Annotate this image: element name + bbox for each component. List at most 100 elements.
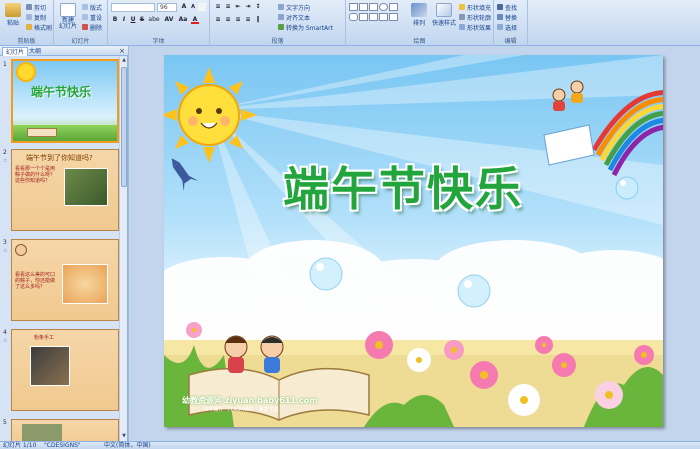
paste-icon bbox=[5, 3, 21, 17]
thumb-number: 2 bbox=[3, 149, 7, 156]
slide-thumbnail-5[interactable] bbox=[11, 419, 119, 441]
scroll-down-icon[interactable]: ▼ bbox=[120, 433, 128, 441]
shape-more-icon[interactable] bbox=[389, 13, 398, 21]
scroll-thumb[interactable] bbox=[121, 67, 127, 187]
reset-button[interactable]: 重设 bbox=[82, 13, 102, 22]
italic-button[interactable]: I bbox=[120, 16, 128, 24]
drawing-group: 排列 快速样式 形状填充 形状轮廓 形状效果 绘图 bbox=[346, 0, 494, 46]
layout-button[interactable]: 版式 bbox=[82, 3, 102, 12]
rocket bbox=[171, 158, 199, 192]
font-group: 96 A A B I U S abe AV Aa A 字体 bbox=[108, 0, 210, 46]
underline-button[interactable]: U bbox=[129, 16, 137, 24]
clipboard-group: 粘贴 剪切 复制 格式刷 剪贴板 bbox=[0, 0, 54, 46]
shape-callout-icon[interactable] bbox=[379, 13, 388, 21]
font-size-combo[interactable]: 96 bbox=[157, 3, 177, 12]
thumb-book bbox=[27, 128, 57, 137]
paragraph-group: ≡ ≡ ⇤ ⇥ ↕ ≡ ≡ ≡ ≡ ‖ 文字方向 对齐文本 转换为 SmartA… bbox=[210, 0, 346, 46]
shape-fill-button[interactable]: 形状填充 bbox=[459, 3, 491, 12]
delete-icon bbox=[82, 24, 88, 30]
language-indicator[interactable]: 中文(简体，中国) bbox=[104, 442, 151, 449]
line-spacing-button[interactable]: ↕ bbox=[254, 3, 262, 11]
slide-thumbnail-4[interactable]: 粉条手工 bbox=[11, 329, 119, 411]
slide-thumbnail-2[interactable]: 端午节到了你知道吗? 看看那一个个是用粽子做的什么呀？这些你知道吗？ bbox=[11, 149, 119, 231]
slide-title[interactable]: 端午节快乐 bbox=[238, 153, 568, 219]
text-direction-button[interactable]: 文字方向 bbox=[278, 3, 310, 12]
brush-icon bbox=[26, 24, 32, 30]
shape-arrow-icon[interactable] bbox=[369, 3, 378, 11]
slide-thumbnail-1[interactable]: 端午节快乐 bbox=[11, 59, 119, 143]
thumb-heading: 端午节到了你知道吗? bbox=[26, 154, 93, 162]
shrink-font-button[interactable]: A bbox=[189, 3, 197, 11]
shadow-button[interactable]: abe bbox=[147, 16, 161, 24]
copy-button[interactable]: 复制 bbox=[26, 13, 46, 22]
change-case-button[interactable]: Aa bbox=[177, 16, 189, 24]
thumb-body-text: 粉条手工 bbox=[34, 335, 55, 341]
align-right-button[interactable]: ≡ bbox=[234, 16, 242, 24]
thumb-sun-icon bbox=[18, 64, 34, 80]
shape-triangle-icon[interactable] bbox=[389, 3, 398, 11]
outline-icon bbox=[459, 14, 465, 20]
thumb-photo-dish bbox=[30, 346, 70, 386]
scroll-up-icon[interactable]: ▲ bbox=[120, 57, 128, 65]
arrange-icon bbox=[411, 3, 427, 17]
bold-button[interactable]: B bbox=[111, 16, 119, 24]
cursor-icon bbox=[497, 24, 503, 30]
shape-rounded-icon[interactable] bbox=[349, 13, 358, 21]
grow-font-button[interactable]: A bbox=[180, 3, 188, 11]
increase-indent-button[interactable]: ⇥ bbox=[244, 3, 252, 11]
shape-line-icon[interactable] bbox=[359, 3, 368, 11]
thumb-number: 1 bbox=[3, 61, 7, 68]
close-pane-icon[interactable]: × bbox=[119, 47, 125, 55]
copy-icon bbox=[26, 14, 32, 20]
watermark-site: 幼教资源网 ziyuan.baby611.com bbox=[182, 396, 318, 405]
smartart-button[interactable]: 转换为 SmartArt bbox=[278, 23, 333, 32]
shape-oval-icon[interactable] bbox=[379, 3, 388, 11]
watermark-sub: PPT课件 · FLASH课件 · 教案下载 bbox=[204, 407, 279, 413]
clear-format-button[interactable] bbox=[198, 3, 206, 11]
find-button[interactable]: 查找 bbox=[497, 3, 517, 12]
shape-effects-button[interactable]: 形状效果 bbox=[459, 23, 491, 32]
cut-button[interactable]: 剪切 bbox=[26, 3, 46, 12]
numbering-button[interactable]: ≡ bbox=[224, 3, 232, 11]
slides-group: 新建 幻灯片 版式 重设 删除 幻灯片 bbox=[54, 0, 108, 46]
strikethrough-button[interactable]: S bbox=[138, 16, 146, 24]
delete-slide-button[interactable]: 删除 bbox=[82, 23, 102, 32]
replace-button[interactable]: 替换 bbox=[497, 13, 517, 22]
align-left-button[interactable]: ≡ bbox=[214, 16, 222, 24]
new-slide-button[interactable]: 新建 幻灯片 bbox=[57, 3, 79, 33]
thumbnail-list: 1 端午节快乐 2 ☆ 端午节到了你知道吗? 看看那一个个是用粽子做的什么呀？这… bbox=[0, 57, 128, 441]
text-direction-icon bbox=[278, 4, 284, 10]
thumbnail-scrollbar[interactable]: ▲ ▼ bbox=[119, 57, 127, 441]
thumb-number: 5 bbox=[3, 419, 7, 426]
thumb-body-text: 看看这么美的可口的粽子，你还能做了这么多吗？ bbox=[15, 272, 56, 290]
columns-button[interactable]: ‖ bbox=[254, 16, 262, 24]
fill-icon bbox=[459, 4, 465, 10]
thumb-number: 4 bbox=[3, 329, 7, 336]
format-painter-button[interactable]: 格式刷 bbox=[26, 23, 52, 32]
align-text-button[interactable]: 对齐文本 bbox=[278, 13, 310, 22]
animation-star-icon: ☆ bbox=[3, 248, 8, 254]
font-name-combo[interactable] bbox=[111, 3, 155, 12]
shape-rect-icon[interactable] bbox=[349, 3, 358, 11]
align-center-button[interactable]: ≡ bbox=[224, 16, 232, 24]
justify-button[interactable]: ≡ bbox=[244, 16, 252, 24]
char-spacing-button[interactable]: AV bbox=[163, 16, 175, 24]
current-slide[interactable]: 端午节快乐 幼教资源网 ziyuan.baby611.com PPT课件 · F… bbox=[164, 55, 663, 427]
tab-outline[interactable]: 大纲 bbox=[26, 47, 44, 56]
shape-outline-button[interactable]: 形状轮廓 bbox=[459, 13, 491, 22]
thumb-photo bbox=[22, 424, 62, 441]
slide-thumbnail-3[interactable]: 看看这么美的可口的粽子，你还能做了这么多吗？ bbox=[11, 239, 119, 321]
shape-brace-icon[interactable] bbox=[359, 13, 368, 21]
select-button[interactable]: 选择 bbox=[497, 23, 517, 32]
theme-name: "CDESIGNS" bbox=[44, 442, 81, 449]
decrease-indent-button[interactable]: ⇤ bbox=[234, 3, 242, 11]
arrange-button[interactable]: 排列 bbox=[408, 3, 430, 33]
font-color-button[interactable]: A bbox=[191, 16, 199, 24]
paste-button[interactable]: 粘贴 bbox=[2, 3, 24, 33]
quick-styles-button[interactable]: 快速样式 bbox=[432, 3, 456, 33]
tab-slides[interactable]: 幻灯片 bbox=[2, 47, 29, 56]
reset-icon bbox=[82, 14, 88, 20]
clouds bbox=[164, 240, 663, 345]
shape-star-icon[interactable] bbox=[369, 13, 378, 21]
bullets-button[interactable]: ≡ bbox=[214, 3, 222, 11]
